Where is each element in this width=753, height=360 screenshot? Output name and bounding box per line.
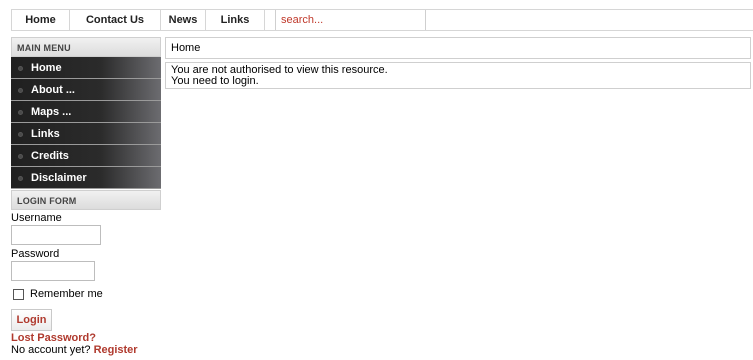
menu-item-disclaimer[interactable]: Disclaimer [11, 167, 161, 189]
menu-item-links[interactable]: Links [11, 123, 161, 145]
menu-item-maps[interactable]: Maps ... [11, 101, 161, 123]
sidebar: MAIN MENU Home About ... Maps ... Links … [11, 37, 161, 356]
breadcrumb: Home [165, 37, 751, 59]
remember-me-label: Remember me [30, 288, 103, 300]
bullet-icon [18, 88, 23, 93]
bullet-icon [18, 132, 23, 137]
menu-item-label: Home [31, 62, 62, 74]
nav-contact-us[interactable]: Contact Us [70, 10, 161, 30]
lost-password-link[interactable]: Lost Password? [11, 332, 96, 344]
login-form: Username Password Remember me Login Lost… [11, 212, 161, 356]
bullet-icon [18, 66, 23, 71]
bullet-icon [18, 154, 23, 159]
nav-home[interactable]: Home [11, 10, 70, 30]
menu-item-about[interactable]: About ... [11, 79, 161, 101]
nav-news[interactable]: News [161, 10, 206, 30]
menu-item-label: About ... [31, 84, 75, 96]
remember-me-checkbox[interactable] [13, 288, 24, 300]
message-line-2: You need to login. [171, 75, 259, 87]
username-label: Username [11, 212, 62, 224]
login-button[interactable]: Login [11, 309, 52, 331]
main-menu-header: MAIN MENU [11, 37, 161, 57]
password-field[interactable] [11, 261, 95, 281]
access-denied-message: You are not authorised to view this reso… [165, 62, 751, 89]
menu-item-label: Links [31, 128, 60, 140]
no-account-text: No account yet? [11, 344, 91, 356]
register-link[interactable]: Register [94, 344, 138, 356]
remember-me-row: Remember me [11, 285, 161, 303]
menu-item-label: Credits [31, 150, 69, 162]
password-label: Password [11, 248, 60, 260]
nav-links[interactable]: Links [206, 10, 265, 30]
breadcrumb-home: Home [171, 42, 201, 54]
menu-item-label: Disclaimer [31, 172, 87, 184]
bullet-icon [18, 110, 23, 115]
search-input[interactable] [275, 10, 426, 30]
menu-item-label: Maps ... [31, 106, 72, 118]
bullet-icon [18, 176, 23, 181]
menu-item-credits[interactable]: Credits [11, 145, 161, 167]
username-field[interactable] [11, 225, 101, 245]
login-form-header: LOGIN FORM [11, 190, 161, 210]
menu-item-home[interactable]: Home [11, 57, 161, 79]
top-navigation: Home Contact Us News Links [11, 9, 753, 31]
